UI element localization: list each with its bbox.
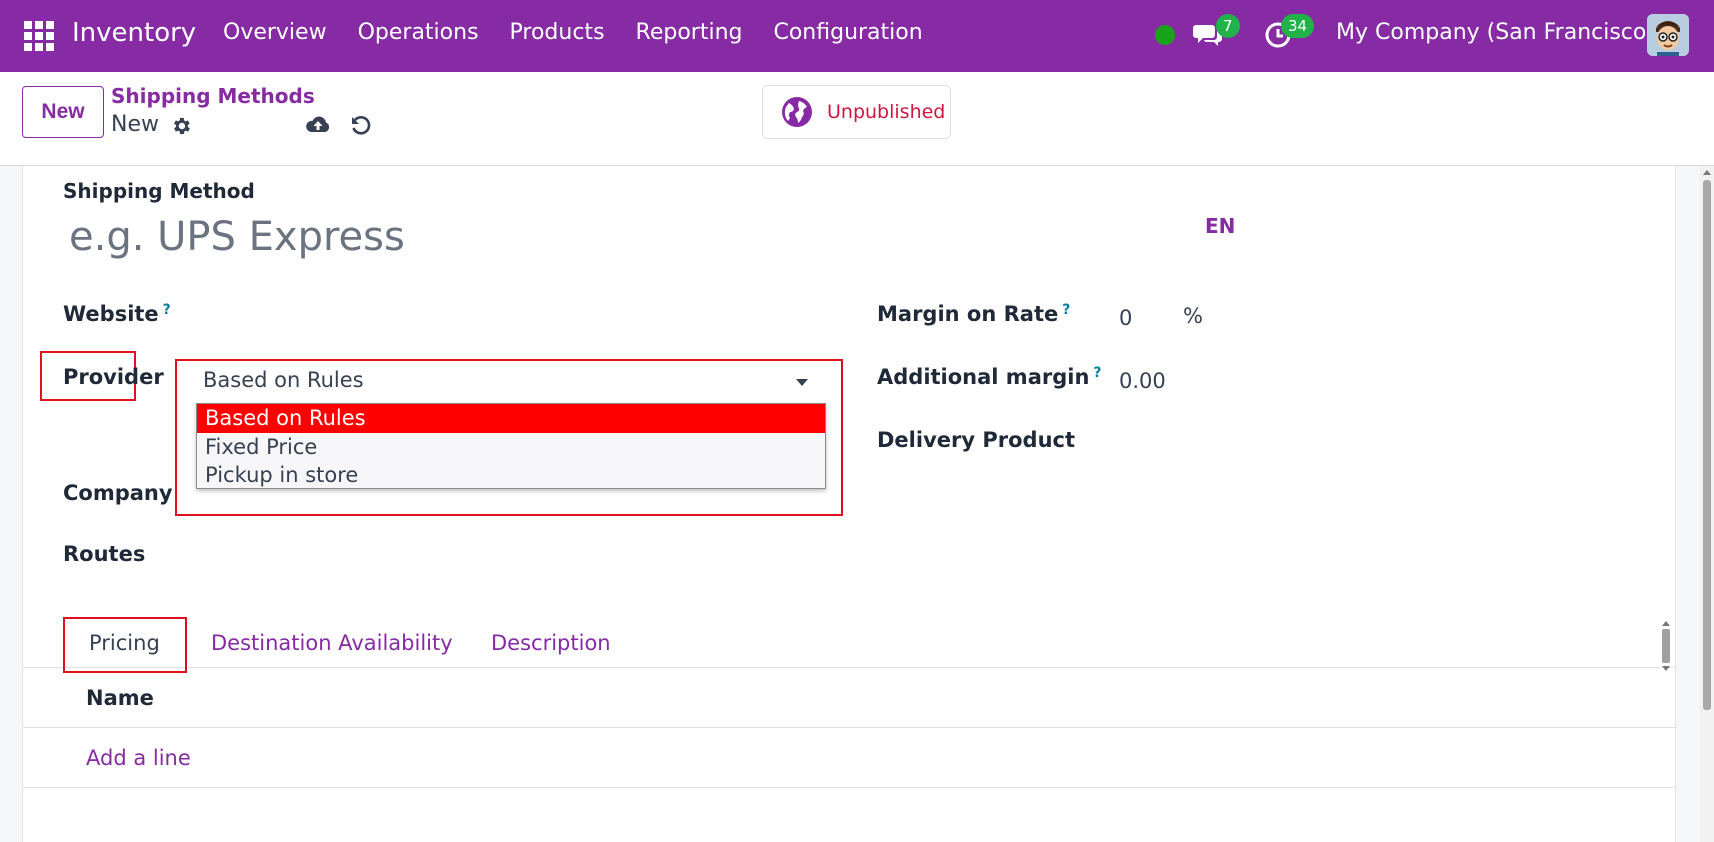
- provider-label: Provider: [63, 365, 164, 389]
- record-title: New: [111, 112, 159, 137]
- website-label: Website?: [63, 302, 171, 326]
- publish-toggle-button[interactable]: Unpublished: [762, 85, 951, 139]
- breadcrumb-shipping-methods[interactable]: Shipping Methods: [111, 84, 315, 108]
- scrollbar-thumb[interactable]: [1662, 629, 1670, 663]
- provider-dropdown: Based on Rules Fixed Price Pickup in sto…: [196, 403, 826, 489]
- margin-rate-help-icon[interactable]: ?: [1062, 302, 1070, 318]
- additional-margin-label-text: Additional margin: [877, 365, 1090, 389]
- tab-description[interactable]: Description: [491, 631, 611, 655]
- add-line-link[interactable]: Add a line: [86, 746, 191, 770]
- control-panel: New Shipping Methods New Unpublished: [0, 72, 1714, 166]
- pricing-table-header: Name: [23, 668, 1675, 728]
- company-label: Company: [63, 481, 173, 505]
- additional-margin-label: Additional margin?: [877, 365, 1102, 389]
- menu-products[interactable]: Products: [510, 20, 605, 45]
- avatar-face-icon: [1647, 14, 1689, 56]
- new-button[interactable]: New: [22, 86, 104, 138]
- page-scrollbar-thumb[interactable]: [1703, 180, 1711, 710]
- margin-rate-label: Margin on Rate?: [877, 302, 1070, 326]
- column-name-header[interactable]: Name: [86, 686, 154, 710]
- scroll-up-icon[interactable]: [1662, 621, 1670, 626]
- provider-select[interactable]: Based on Rules: [179, 360, 824, 402]
- top-navbar: Inventory Overview Operations Products R…: [0, 0, 1714, 72]
- routes-label: Routes: [63, 542, 146, 566]
- menu-operations[interactable]: Operations: [358, 20, 479, 45]
- gear-icon[interactable]: [170, 115, 192, 137]
- provider-selected-value: Based on Rules: [203, 368, 364, 392]
- menu-reporting[interactable]: Reporting: [636, 20, 743, 45]
- page-scroll-up-icon[interactable]: [1703, 170, 1711, 175]
- menu-configuration[interactable]: Configuration: [773, 20, 922, 45]
- website-label-text: Website: [63, 302, 159, 326]
- app-brand[interactable]: Inventory: [72, 18, 196, 48]
- tab-scrollbar[interactable]: [1659, 617, 1673, 675]
- publish-status-label: Unpublished: [827, 101, 946, 123]
- shipping-method-label: Shipping Method: [63, 179, 255, 203]
- page-scrollbar[interactable]: [1700, 166, 1714, 842]
- pricing-table-add-row: Add a line: [23, 728, 1675, 788]
- menu-overview[interactable]: Overview: [223, 20, 327, 45]
- messages-badge: 7: [1216, 14, 1240, 38]
- discard-icon[interactable]: [349, 114, 373, 138]
- company-switcher[interactable]: My Company (San Francisco): [1336, 20, 1655, 45]
- delivery-product-label: Delivery Product: [877, 428, 1076, 452]
- cloud-upload-icon[interactable]: [305, 114, 331, 136]
- margin-rate-unit: %: [1183, 304, 1203, 328]
- tab-destination-availability[interactable]: Destination Availability: [211, 631, 453, 655]
- main-menu: Overview Operations Products Reporting C…: [223, 20, 954, 45]
- translate-lang-button[interactable]: EN: [1205, 214, 1235, 238]
- shipping-method-name-input[interactable]: e.g. UPS Express: [69, 214, 405, 260]
- app-grid-icon[interactable]: [24, 21, 54, 51]
- notebook-tabs: Pricing Destination Availability Descrip…: [23, 617, 1675, 673]
- margin-rate-label-text: Margin on Rate: [877, 302, 1059, 326]
- provider-option-based-on-rules[interactable]: Based on Rules: [197, 404, 825, 433]
- provider-option-pickup-in-store[interactable]: Pickup in store: [197, 461, 825, 490]
- user-avatar[interactable]: [1647, 14, 1689, 56]
- additional-margin-input[interactable]: 0.00: [1119, 369, 1166, 393]
- form-sheet: Shipping Method e.g. UPS Express EN Webs…: [22, 166, 1676, 842]
- additional-margin-help-icon[interactable]: ?: [1093, 365, 1101, 381]
- caret-down-icon: [796, 379, 808, 386]
- provider-option-fixed-price[interactable]: Fixed Price: [197, 433, 825, 462]
- margin-rate-input[interactable]: 0: [1119, 306, 1132, 330]
- scroll-down-icon[interactable]: [1662, 666, 1670, 671]
- globe-icon: [782, 97, 812, 127]
- activities-badge: 34: [1281, 14, 1315, 38]
- tab-pricing[interactable]: Pricing: [89, 631, 160, 655]
- website-help-icon[interactable]: ?: [163, 302, 171, 318]
- presence-status-icon: [1155, 25, 1175, 45]
